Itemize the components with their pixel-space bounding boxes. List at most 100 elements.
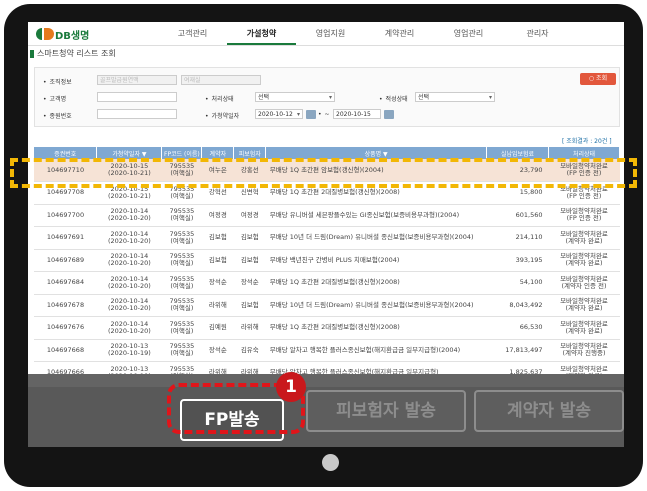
cell-premium-text: 214,110 xyxy=(515,233,543,242)
logo-text: DB생명 xyxy=(55,30,90,42)
menu-pre-subscription[interactable]: 가설청약 xyxy=(227,28,296,45)
cell-contractor: 김보험 xyxy=(201,249,234,272)
cell-date: 2020-10-14 (2020-10-20) xyxy=(96,316,162,340)
cell-product: 무배당 유니버셜 세븐팡플수있는 GI종신보험(보증비용부과형)(2004) xyxy=(265,204,487,227)
cell-policy-no: 104697689 xyxy=(34,249,97,272)
cell-insured-text: 김유숙 xyxy=(240,345,259,354)
cell-date-sub: (2020-10-21) xyxy=(107,191,151,200)
menu-admin[interactable]: 관리자 xyxy=(503,28,572,45)
cell-date: 2020-10-14 (2020-10-20) xyxy=(96,204,162,227)
app-screen: DB생명 고객관리 가설청약 영업지원 계약관리 영업관리 관리자 스마트청약 … xyxy=(28,22,624,387)
cell-premium-text: 54,100 xyxy=(519,278,543,287)
cell-contractor-text: 김보험 xyxy=(208,255,227,264)
insured-send-button[interactable]: 피보험자 발송 xyxy=(306,390,466,432)
cell-fp-code: 795535(여핵실) xyxy=(161,316,202,340)
menu-sales-mgmt[interactable]: 영업관리 xyxy=(434,28,503,45)
table-row[interactable]: 104697678 2020-10-14 (2020-10-20) 795535 (여핵… xyxy=(34,294,620,317)
cell-premium: 17,813,497 xyxy=(486,339,549,362)
cell-fp-code-sub: (여핵실) xyxy=(170,259,194,268)
cell-insured-text: 신변혁 xyxy=(240,188,259,197)
cell-status: 모바일청약처완료 (계약자 진행중) xyxy=(548,339,620,362)
cell-policy-no: 104697668 xyxy=(34,339,97,362)
cell-product-text: 무배당 1Q 초간편 2대질병보험(갱신형)(2008) xyxy=(269,188,400,197)
cell-status-sub: (계약자 진행중) xyxy=(562,349,606,358)
suit-status-select[interactable]: 선택 xyxy=(415,92,495,102)
logo-mark-icon xyxy=(36,28,42,40)
cell-premium-text: 393,195 xyxy=(515,255,543,264)
cell-policy-no-text: 104697676 xyxy=(46,323,85,332)
cell-policy-no-text: 104697708 xyxy=(46,188,85,197)
cell-product-text: 무배당 10년 더 드림(Dream) 유니버셜 종신보험(보증비용부과형)(2… xyxy=(269,233,474,242)
table-row[interactable]: 104697691 2020-10-14 (2020-10-20) 795535 (여핵… xyxy=(34,226,620,250)
cell-fp-code: 795535(여핵실) xyxy=(161,294,202,317)
cell-insured: 김보험 xyxy=(233,226,266,250)
cell-fp-code-sub: (여핵실) xyxy=(170,191,194,200)
cell-policy-no-text: 104697678 xyxy=(46,300,85,309)
table-row[interactable]: 104697684 2020-10-14 (2020-10-20) 795535 (여핵… xyxy=(34,271,620,295)
top-navigation: DB생명 고객관리 가설청약 영업지원 계약관리 영업관리 관리자 xyxy=(28,22,624,46)
cell-insured-text: 여정경 xyxy=(240,210,259,219)
date-to-input[interactable]: 2020-10-15 xyxy=(333,109,381,119)
cell-fp-code: 795535(여핵실) xyxy=(161,226,202,250)
cell-date-sub: (2020-10-20) xyxy=(107,281,151,290)
cell-premium: 8,043,492 xyxy=(486,294,549,317)
cell-date: 2020-10-14 (2020-10-20) xyxy=(96,271,162,295)
cell-product: 무배당 1Q 초간편 2대질병보험(갱신형)(2008) xyxy=(265,271,487,295)
menu-sales-support[interactable]: 영업지원 xyxy=(296,28,365,45)
cell-policy-no-text: 104697689 xyxy=(46,255,85,264)
cell-status-sub: (계약자 완료) xyxy=(565,236,603,245)
calendar-from-icon[interactable] xyxy=(306,110,316,119)
search-filter-panel: 조직정보 골프발급원연맥 여재실 고객명 종원번호 처리상태 선택 적성상태 선… xyxy=(34,67,620,127)
org-select-2[interactable]: 여재실 xyxy=(181,75,261,85)
cell-premium: 393,195 xyxy=(486,249,549,272)
cell-insured: 라위해 xyxy=(233,316,266,340)
title-marker-icon xyxy=(30,49,34,58)
table-body: 104697710 2020-10-15 (2020-10-21) 795535 (여핵… xyxy=(34,159,620,385)
cell-contractor-text: 김보험 xyxy=(208,233,227,242)
cell-insured-text: 김보험 xyxy=(240,233,259,242)
cell-contractor: 장석순 xyxy=(201,339,234,362)
cell-date-sub: (2020-10-20) xyxy=(107,214,151,223)
calendar-to-icon[interactable] xyxy=(384,110,394,119)
cell-date: 2020-10-14 (2020-10-20) xyxy=(96,294,162,317)
cell-fp-code: 795535(여핵실) xyxy=(161,204,202,227)
cell-fp-code: 795535(여핵실) xyxy=(161,249,202,272)
cell-insured: 여정경 xyxy=(233,204,266,227)
org-label: 조직정보 xyxy=(43,77,72,86)
cell-date-sub: (2020-10-20) xyxy=(107,304,151,313)
cell-fp-code-sub: (여핵실) xyxy=(170,349,194,358)
cell-policy-no: 104697684 xyxy=(34,271,97,295)
proc-status-select[interactable]: 선택 xyxy=(255,92,335,102)
cell-premium-text: 15,800 xyxy=(519,188,543,197)
cell-insured-text: 김보험 xyxy=(240,300,259,309)
home-button[interactable] xyxy=(322,454,339,471)
cell-product-text: 무배당 유니버셜 세븐팡플수있는 GI종신보험(보증비용부과형)(2004) xyxy=(269,210,460,219)
customer-name-input[interactable] xyxy=(97,92,177,102)
table-row[interactable]: 104697676 2020-10-14 (2020-10-20) 795535 (여핵… xyxy=(34,316,620,340)
cell-product-text: 무배당 알차고 행복한 플러스종신보험(해지환급금 일부지급형)(2004) xyxy=(269,345,461,354)
table-row[interactable]: 104697689 2020-10-14 (2020-10-20) 795535 (여핵… xyxy=(34,249,620,272)
cell-insured-text: 라위해 xyxy=(240,323,259,332)
table-row[interactable]: 104697700 2020-10-14 (2020-10-20) 795535 (여핵… xyxy=(34,204,620,227)
cell-contractor: 장석순 xyxy=(201,271,234,295)
cell-product: 무배당 10년 더 드림(Dream) 유니버셜 종신보험(보증비용부과형)(2… xyxy=(265,294,487,317)
cell-insured: 김보험 xyxy=(233,294,266,317)
cell-date: 2020-10-13(2020-10-19) xyxy=(96,339,162,362)
cell-premium: 601,560 xyxy=(486,204,549,227)
date-from-input[interactable]: 2020-10-12 xyxy=(255,109,303,119)
cell-premium-text: 8,043,492 xyxy=(509,300,543,309)
menu-customer[interactable]: 고객관리 xyxy=(158,28,227,45)
cell-policy-no: 104697678 xyxy=(34,294,97,317)
menu-contract[interactable]: 계약관리 xyxy=(365,28,434,45)
brand-logo[interactable]: DB생명 xyxy=(36,26,89,42)
cell-fp-code-sub: (여핵실) xyxy=(170,326,194,335)
cell-status-sub: (계약자 완료) xyxy=(565,304,603,313)
contractor-send-button[interactable]: 계약자 발송 xyxy=(474,390,624,432)
search-button[interactable]: ○ 조회 xyxy=(580,73,616,85)
table-row[interactable]: 104697668 2020-10-13 (2020-10-19) 795535 (여핵… xyxy=(34,339,620,362)
org-select-1[interactable]: 골프발급원연맥 xyxy=(97,75,177,85)
employee-number-input[interactable] xyxy=(97,109,177,119)
cell-contractor-text: 김예원 xyxy=(208,323,227,332)
cell-status: 모바일청약처완료 (계약자 인증 전) xyxy=(548,271,620,295)
cell-insured: 장석순 xyxy=(233,271,266,295)
